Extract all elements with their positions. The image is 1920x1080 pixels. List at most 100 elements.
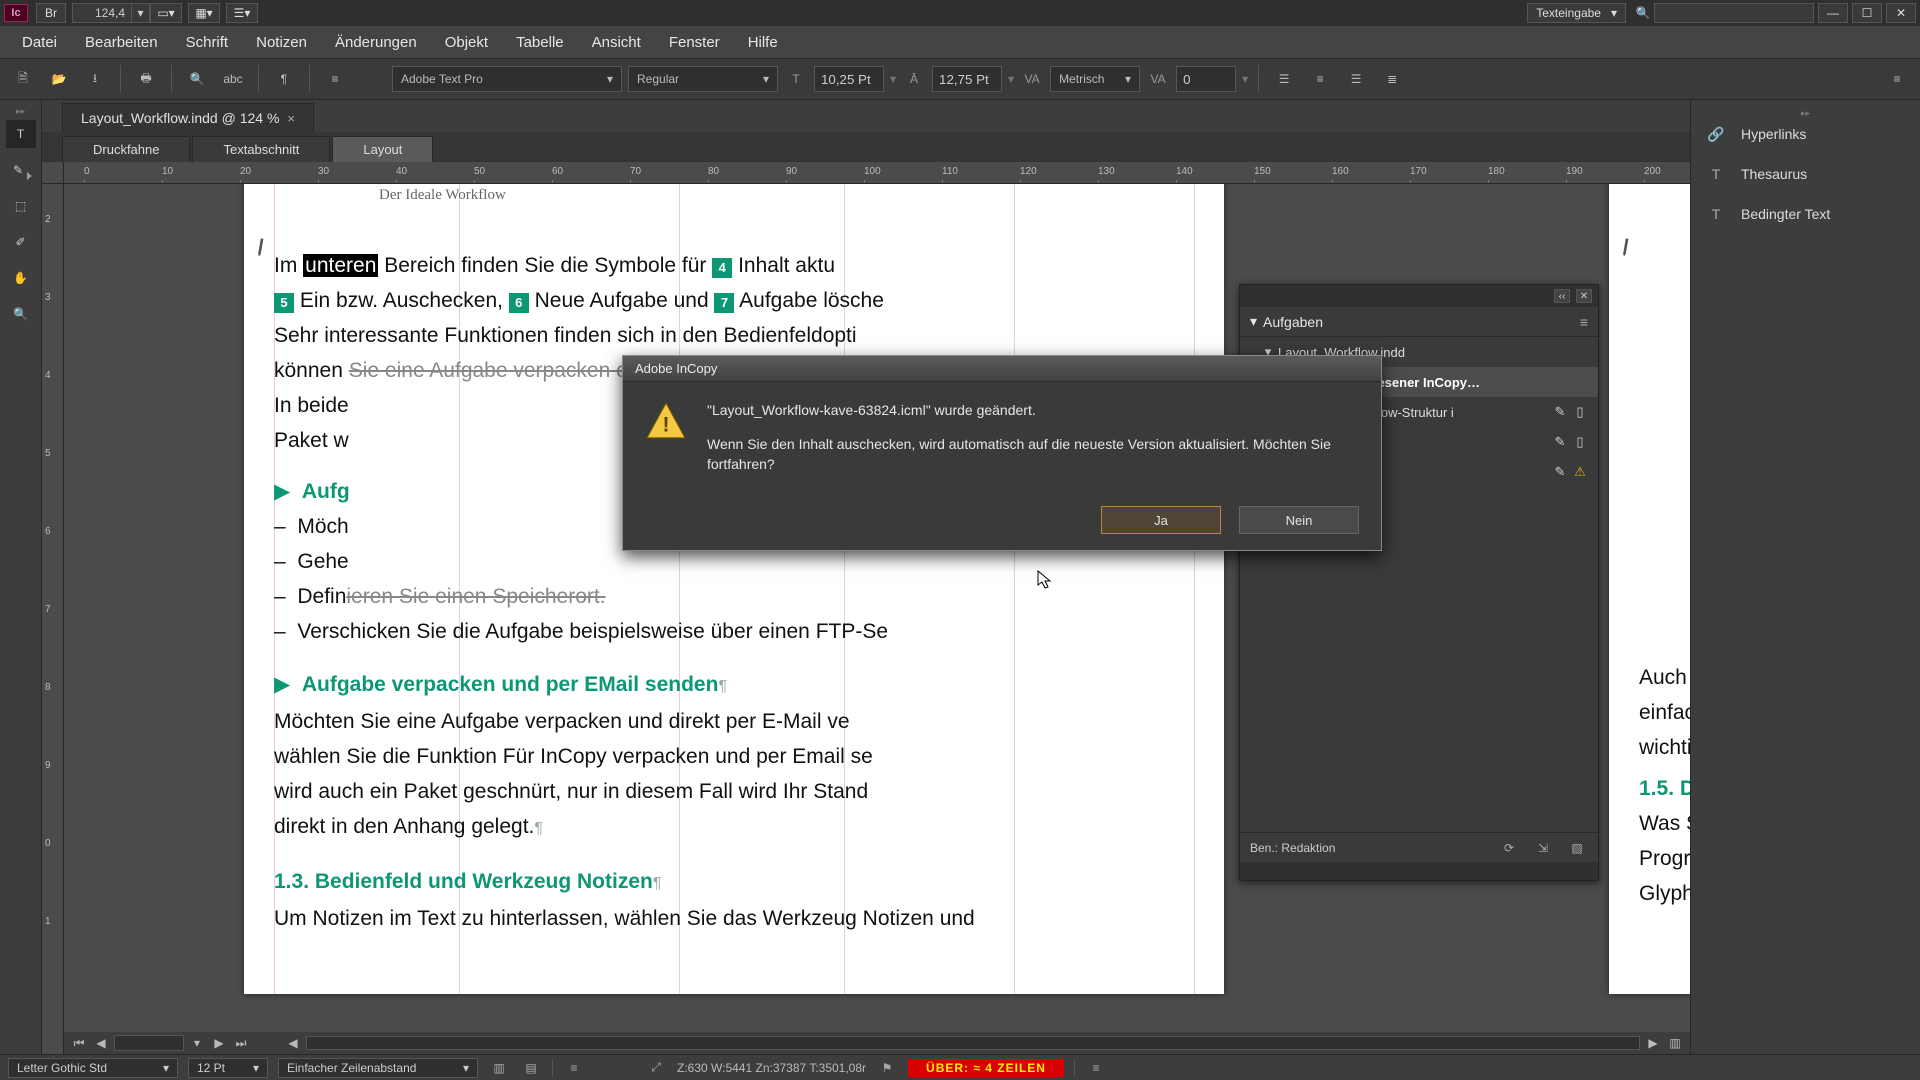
hidden-chars-icon[interactable]: ¶	[269, 64, 299, 94]
dialog-no-button[interactable]: Nein	[1239, 506, 1359, 534]
split-view-icon[interactable]: ▥	[1666, 1036, 1684, 1050]
page-canvas[interactable]: Der Ideale Workflow Im unteren Bereich f…	[64, 184, 1690, 1054]
body-text: Möchten Sie eine Aufgabe verpacken und d…	[274, 706, 1214, 737]
more-icon[interactable]: ≡	[563, 1061, 585, 1075]
dialog-yes-button[interactable]: Ja	[1101, 506, 1221, 534]
align-right-icon[interactable]: ☰	[1341, 64, 1371, 94]
menu-bearbeiten[interactable]: Bearbeiten	[71, 34, 172, 51]
search-icon: 🔍	[1632, 6, 1654, 20]
new-assignment-icon[interactable]: ▧	[1566, 841, 1588, 855]
workspace-switcher[interactable]: Texteingabe▾	[1527, 3, 1626, 23]
save-doc-icon[interactable]: ⭳	[80, 64, 110, 94]
menu-tabelle[interactable]: Tabelle	[502, 34, 578, 51]
prev-page-button[interactable]: ◀	[92, 1036, 110, 1050]
status-font-dropdown[interactable]: Letter Gothic Std▾	[8, 1058, 178, 1078]
body-text: Im unteren Bereich finden Sie die Symbol…	[274, 250, 1214, 281]
status-size-dropdown[interactable]: 12 Pt▾	[188, 1058, 268, 1078]
view-galley-tab[interactable]: Druckfahne	[62, 136, 190, 162]
window-maximize-button[interactable]: ☐	[1852, 3, 1882, 23]
dialog-message-2: Wenn Sie den Inhalt auschecken, wird aut…	[707, 434, 1359, 474]
window-close-button[interactable]: ✕	[1886, 3, 1916, 23]
status-menu-icon[interactable]: ≡	[1085, 1061, 1107, 1075]
more-icon[interactable]: ≡	[320, 64, 350, 94]
font-family-dropdown[interactable]: Adobe Text Pro▾	[392, 66, 622, 92]
view-story-tab[interactable]: Textabschnitt	[192, 136, 330, 162]
menu-fenster[interactable]: Fenster	[655, 34, 734, 51]
print-icon[interactable]: 🖶	[131, 64, 161, 94]
zoom-level-dropdown[interactable]: 124,4 ▾	[72, 3, 150, 23]
view-mode-tabs: Druckfahne Textabschnitt Layout	[42, 132, 1690, 162]
window-minimize-button[interactable]: —	[1818, 3, 1848, 23]
tracking-icon: VA	[1146, 67, 1170, 91]
heading-text: 1.3. Bedienfeld und Werkzeug Notizen¶	[274, 866, 1214, 899]
menu-schrift[interactable]: Schrift	[172, 34, 243, 51]
menu-hilfe[interactable]: Hilfe	[734, 34, 792, 51]
first-page-button[interactable]: ⏮	[70, 1036, 88, 1051]
tracking-input[interactable]	[1176, 66, 1236, 92]
new-doc-icon[interactable]: 🗎	[8, 64, 38, 94]
body-text: Auch ein V	[1639, 662, 1690, 693]
panel-collapse-icon[interactable]: ‹‹	[1554, 289, 1570, 303]
list-item: – Definieren Sie einen Speicherort.	[274, 581, 1214, 612]
note-tool[interactable]: ✎	[6, 156, 36, 184]
leading-icon: Ā	[902, 67, 926, 91]
panel-conditional-text[interactable]: T Bedingter Text	[1691, 194, 1920, 234]
open-doc-icon[interactable]: 📂	[44, 64, 74, 94]
panel-resize-grip[interactable]	[1240, 862, 1598, 880]
body-text: wird auch ein Paket geschnürt, nur in di…	[274, 776, 1214, 807]
align-icon[interactable]: ▤	[520, 1061, 542, 1075]
view-options-button[interactable]: ☰▾	[226, 3, 258, 23]
zoom-tool[interactable]: 🔍	[6, 300, 36, 328]
body-text: wichtig, e	[1639, 732, 1690, 763]
screen-mode-button[interactable]: ▭▾	[150, 3, 182, 23]
find-icon[interactable]: 🔍	[182, 64, 212, 94]
status-spacing-dropdown[interactable]: Einfacher Zeilenabstand▾	[278, 1058, 478, 1078]
align-left-icon[interactable]: ☰	[1269, 64, 1299, 94]
bridge-button[interactable]: Br	[36, 3, 66, 23]
svg-text:!: !	[663, 414, 670, 437]
user-label: Ben.: Redaktion	[1250, 841, 1486, 855]
checkout-icon[interactable]: ⇲	[1532, 841, 1554, 855]
mouse-cursor-icon	[1037, 570, 1053, 590]
arrange-documents-button[interactable]: ▦▾	[188, 3, 220, 23]
update-icon[interactable]: ⟳	[1498, 841, 1520, 855]
menu-aenderungen[interactable]: Änderungen	[321, 34, 431, 51]
menu-objekt[interactable]: Objekt	[431, 34, 502, 51]
position-tool[interactable]: ⬚	[6, 192, 36, 220]
chevron-down-icon[interactable]: ▾	[1250, 313, 1257, 330]
next-page-button[interactable]: ▶	[210, 1036, 228, 1050]
columns-icon[interactable]: ▥	[488, 1061, 510, 1075]
panel-hyperlinks[interactable]: 🔗 Hyperlinks	[1691, 114, 1920, 154]
panel-thesaurus[interactable]: T Thesaurus	[1691, 154, 1920, 194]
align-justify-icon[interactable]: ≣	[1377, 64, 1407, 94]
document-page-right: Auch ein V einfach nu wichtig, e 1.5. De…	[1609, 184, 1690, 994]
align-center-icon[interactable]: ≡	[1305, 64, 1335, 94]
hand-tool[interactable]: ✋	[6, 264, 36, 292]
search-input[interactable]	[1654, 3, 1814, 23]
overset-icon: ⚑	[876, 1061, 898, 1075]
leading-input[interactable]	[932, 66, 1002, 92]
view-layout-tab[interactable]: Layout	[332, 136, 433, 162]
menu-ansicht[interactable]: Ansicht	[578, 34, 655, 51]
app-logo: Ic	[4, 4, 28, 22]
spellcheck-icon[interactable]: abc	[218, 64, 248, 94]
page-number-input[interactable]	[114, 1035, 184, 1051]
kerning-dropdown[interactable]: Metrisch▾	[1050, 66, 1140, 92]
panel-menu-icon[interactable]: ≡	[1580, 314, 1588, 330]
edit-pencil-icon	[1611, 230, 1642, 261]
menu-notizen[interactable]: Notizen	[242, 34, 321, 51]
eyedropper-tool[interactable]: ✐	[6, 228, 36, 256]
close-tab-icon[interactable]: ×	[287, 111, 295, 126]
last-page-button[interactable]: ⏭	[232, 1036, 250, 1051]
type-tool[interactable]: T	[6, 120, 36, 148]
horizontal-scrollbar[interactable]	[306, 1036, 1640, 1050]
panel-menu-icon[interactable]: ≡	[1882, 64, 1912, 94]
document-tab[interactable]: Layout_Workflow.indd @ 124 % ×	[62, 103, 314, 132]
thesaurus-icon: T	[1705, 166, 1727, 182]
scroll-right-button[interactable]: ▶	[1644, 1036, 1662, 1050]
menu-datei[interactable]: Datei	[8, 34, 71, 51]
font-style-dropdown[interactable]: Regular▾	[628, 66, 778, 92]
font-size-input[interactable]	[814, 66, 884, 92]
panel-close-icon[interactable]: ✕	[1576, 289, 1592, 303]
scroll-left-button[interactable]: ◀	[284, 1036, 302, 1050]
